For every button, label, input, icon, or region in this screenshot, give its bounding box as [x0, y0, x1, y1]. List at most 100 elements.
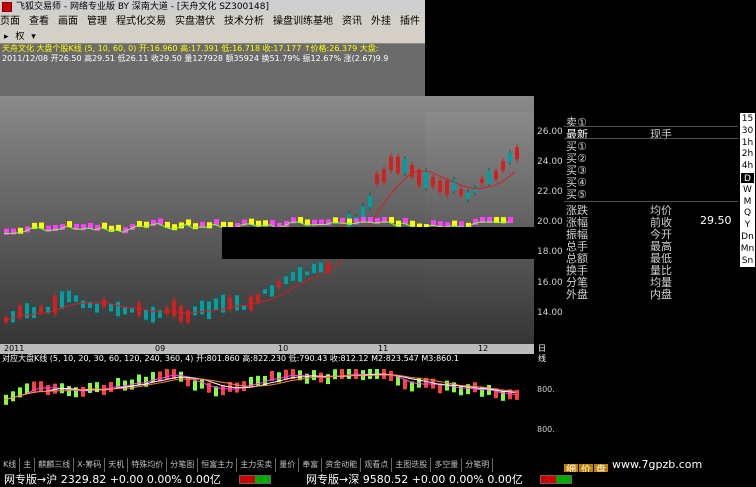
price-tick: 26.00 — [537, 127, 563, 137]
candle-body — [130, 307, 134, 313]
divider — [564, 138, 738, 139]
indicator-tab[interactable]: 恒富主力 — [198, 458, 238, 472]
candle-body — [305, 271, 309, 276]
menu-item-8[interactable]: 资讯 — [342, 14, 362, 30]
date-tick: 12 — [478, 344, 489, 353]
menu-item-3[interactable]: 管理 — [87, 14, 107, 30]
candle-body — [109, 304, 113, 312]
toolbar-weight-button[interactable]: 权 — [15, 30, 24, 44]
price-tick: 22.00 — [537, 187, 563, 197]
sub-candle — [347, 369, 351, 379]
menu-item-6[interactable]: 技术分析 — [224, 14, 264, 30]
sub-tick: 800. — [537, 425, 555, 434]
candle-body — [60, 291, 64, 309]
indicator-tab[interactable]: 资金动能 — [322, 458, 362, 472]
period-button-15[interactable]: 15 — [740, 113, 755, 125]
price-tick: 14.00 — [537, 308, 563, 318]
sub-candle — [403, 379, 407, 390]
period-button-1h[interactable]: 1h — [740, 136, 755, 149]
menu-item-4[interactable]: 程式化交易 — [116, 14, 166, 30]
period-button-30[interactable]: 30 — [740, 124, 755, 137]
candle-body — [263, 289, 267, 294]
candle-body — [193, 306, 197, 316]
indicator-tab[interactable]: 主 — [20, 458, 36, 472]
sub-candle — [25, 383, 29, 394]
menu-item-1[interactable]: 查看 — [29, 14, 49, 30]
candle-body — [144, 309, 148, 320]
period-label: 日线 — [538, 344, 546, 363]
toolbar-arrow-icon[interactable]: ▸ — [4, 30, 9, 44]
period-button-Y[interactable]: Y — [740, 219, 755, 232]
indicator-tab[interactable]: 主力买卖 — [237, 458, 277, 472]
sub-candle — [88, 382, 92, 393]
menu-item-9[interactable]: 外挂 — [371, 14, 391, 30]
sz-breadth-bar — [540, 475, 572, 484]
period-button-Sn[interactable]: Sn — [740, 254, 755, 267]
indicator-tab[interactable]: 特殊均价 — [128, 458, 168, 472]
candle-body — [116, 301, 120, 317]
candle-body — [151, 306, 155, 323]
sub-candle — [207, 382, 211, 393]
indicator-tab[interactable]: K线 — [0, 458, 21, 472]
period-button-2h[interactable]: 2h — [740, 148, 755, 161]
period-button-4h[interactable]: 4h — [740, 160, 755, 173]
window-title: 飞狐交易师 - 网络专业版 BY 深南大道 - [天舟文化 SZ300148] — [16, 2, 269, 12]
candle-body — [25, 303, 29, 319]
candle-body — [508, 153, 512, 162]
sub-chart-svg[interactable] — [0, 364, 534, 458]
candle-body — [200, 300, 204, 315]
indicator-tab[interactable]: 分笔图 — [167, 458, 199, 472]
toolbar-dropdown-icon[interactable]: ▾ — [31, 30, 36, 44]
sh-breadth-bar — [239, 475, 271, 484]
chart-indicator-line: 天舟文化 大盘个股K线 (5, 10, 60, 0) 开:16.960 高:17… — [2, 44, 379, 53]
candle-body — [431, 177, 435, 187]
toolbar: ▸ 权 ▾ — [0, 30, 425, 44]
menu-bar: 页面 查看 画面 管理 程式化交易 实盘潜伏 技术分析 操盘训练基地 资讯 外挂 插件 — [0, 14, 425, 30]
app-icon — [2, 2, 12, 12]
price-chart-svg[interactable] — [0, 60, 534, 344]
sub-candle — [284, 369, 288, 380]
status-bar: 网专版→沪 2329.82 +0.00 0.00% 0.00亿 网专版→深 95… — [0, 472, 756, 487]
period-button-D[interactable]: D — [740, 172, 755, 184]
period-button-Q[interactable]: Q — [740, 207, 755, 220]
indicator-tab[interactable]: 观看点 — [361, 458, 393, 472]
candle-body — [214, 298, 218, 311]
indicator-tab[interactable]: 量价 — [276, 458, 300, 472]
indicator-tab[interactable]: 天机 — [105, 458, 129, 472]
indicator-tab[interactable]: 麒麟三线 — [35, 458, 75, 472]
indicator-tab[interactable]: 多空量 — [431, 458, 463, 472]
sub-chart-label: 对应大盘K线 (5, 10, 20, 30, 60, 120, 240, 360… — [2, 354, 459, 363]
menu-item-0[interactable]: 页面 — [0, 14, 20, 30]
candle-body — [270, 285, 274, 297]
candle-body — [466, 192, 470, 200]
period-button-W[interactable]: W — [740, 183, 755, 196]
menu-item-7[interactable]: 操盘训练基地 — [273, 14, 333, 30]
sub-candle — [340, 369, 344, 379]
period-button-M[interactable]: M — [740, 195, 755, 208]
period-button-Mn[interactable]: Mn — [740, 242, 755, 255]
candle-body — [172, 300, 176, 317]
candle-body — [81, 300, 85, 308]
indicator-tab[interactable]: X-筹码 — [74, 458, 106, 472]
indicator-tab[interactable]: 分笔明 — [462, 458, 494, 472]
overlay-block — [222, 227, 534, 259]
candle-body — [312, 263, 316, 274]
sub-candle — [459, 385, 463, 396]
candle-body — [501, 160, 505, 171]
watermark: www.7gpzb.com — [612, 458, 703, 471]
period-button-Dn[interactable]: Dn — [740, 231, 755, 243]
candle-body — [284, 276, 288, 285]
sz-index-status: 网专版→深 9580.52 +0.00 0.00% 0.00亿 — [306, 473, 523, 486]
date-tick: 11 — [378, 344, 389, 353]
menu-item-10[interactable]: 插件 — [400, 14, 420, 30]
menu-item-5[interactable]: 实盘潜伏 — [175, 14, 215, 30]
sub-candle — [417, 377, 421, 388]
candle-body — [361, 206, 365, 219]
price-tick: 18.00 — [537, 247, 563, 257]
date-tick: 2011 — [4, 344, 25, 353]
indicator-tab[interactable]: 主图迭股 — [392, 458, 432, 472]
candle-body — [424, 170, 428, 189]
indicator-tab[interactable]: 奉富 — [299, 458, 323, 472]
menu-item-2[interactable]: 画面 — [58, 14, 78, 30]
sub-candle — [46, 385, 50, 396]
